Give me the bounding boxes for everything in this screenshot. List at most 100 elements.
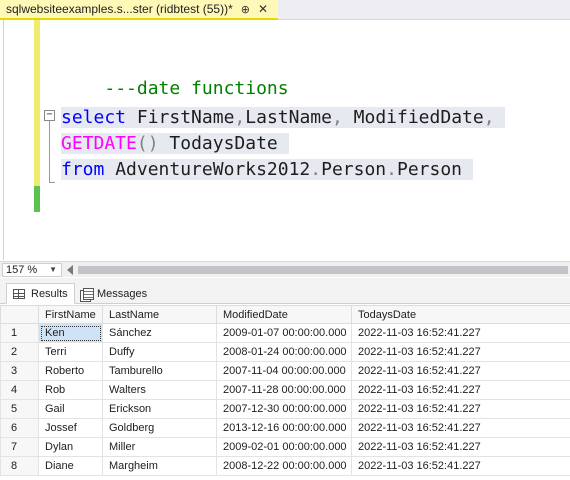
horizontal-scrollbar-thumb[interactable]	[78, 266, 568, 274]
sql-column: LastName	[245, 107, 332, 128]
row-number[interactable]: 3	[0, 361, 39, 381]
pin-icon[interactable]: ⊕	[241, 3, 250, 16]
table-row[interactable]: 1 Ken Sánchez 2009-01-07 00:00:00.000 20…	[0, 323, 570, 343]
tab-messages[interactable]: Messages	[74, 283, 153, 304]
grid-cell-lastname[interactable]: Sánchez	[102, 323, 217, 343]
grid-cell-lastname[interactable]: Walters	[102, 380, 217, 400]
grid-cell-lastname[interactable]: Duffy	[102, 342, 217, 362]
grid-cell-modifieddate[interactable]: 2013-12-16 00:00:00.000	[216, 418, 352, 438]
grid-cell-todaysdate[interactable]: 2022-11-03 16:52:41.227	[351, 361, 570, 381]
close-icon[interactable]: ✕	[258, 2, 268, 16]
column-header-firstname[interactable]: FirstName	[38, 305, 103, 324]
saved-change-bar	[34, 186, 40, 212]
table-row[interactable]: 4 Rob Walters 2007-11-28 00:00:00.000 20…	[0, 380, 570, 400]
grid-cell-todaysdate[interactable]: 2022-11-03 16:52:41.227	[351, 323, 570, 343]
grid-cell-firstname[interactable]: Terri	[38, 342, 103, 362]
sql-column: FirstName	[136, 107, 235, 128]
editor-zoom-bar: 157 % ▼	[0, 261, 570, 277]
column-header-todaysdate[interactable]: TodaysDate	[351, 305, 570, 324]
query-editor[interactable]: − ---date functions select FirstName,Las…	[0, 20, 570, 260]
grid-cell-lastname[interactable]: Margheim	[102, 456, 217, 476]
row-number-header[interactable]	[0, 305, 39, 324]
grid-cell-lastname[interactable]: Tamburello	[102, 361, 217, 381]
grid-cell-firstname[interactable]: Ken	[38, 323, 103, 343]
grid-icon	[13, 288, 25, 299]
table-row[interactable]: 2 Terri Duffy 2008-01-24 00:00:00.000 20…	[0, 342, 570, 362]
sql-table: Person	[397, 159, 463, 180]
sql-parens: ()	[136, 133, 159, 154]
row-number[interactable]: 2	[0, 342, 39, 362]
row-number[interactable]: 4	[0, 380, 39, 400]
code-line-comment: ---date functions	[61, 50, 288, 99]
grid-cell-modifieddate[interactable]: 2007-11-04 00:00:00.000	[216, 361, 352, 381]
row-number[interactable]: 7	[0, 437, 39, 457]
table-row[interactable]: 3 Roberto Tamburello 2007-11-04 00:00:00…	[0, 361, 570, 381]
query-document-tab[interactable]: sqlwebsiteexamples.s...ster (ridbtest (5…	[0, 0, 278, 20]
messages-icon	[80, 287, 94, 302]
grid-cell-modifieddate[interactable]: 2007-12-30 00:00:00.000	[216, 399, 352, 419]
table-row[interactable]: 7 Dylan Miller 2009-02-01 00:00:00.000 2…	[0, 437, 570, 457]
tab-results-label: Results	[31, 287, 68, 300]
grid-cell-todaysdate[interactable]: 2022-11-03 16:52:41.227	[351, 380, 570, 400]
table-row[interactable]: 5 Gail Erickson 2007-12-30 00:00:00.000 …	[0, 399, 570, 419]
grid-cell-todaysdate[interactable]: 2022-11-03 16:52:41.227	[351, 399, 570, 419]
document-tab-strip: sqlwebsiteexamples.s...ster (ridbtest (5…	[0, 0, 570, 20]
sql-function-getdate: GETDATE	[61, 133, 137, 154]
fold-guide-line	[49, 121, 50, 183]
tab-results[interactable]: Results	[6, 283, 75, 304]
code-line-select: select FirstName,LastName, ModifiedDate,	[61, 105, 506, 131]
change-tracking-bar	[34, 20, 40, 212]
row-number[interactable]: 1	[0, 323, 39, 343]
grid-cell-modifieddate[interactable]: 2009-01-07 00:00:00.000	[216, 323, 352, 343]
grid-cell-firstname[interactable]: Roberto	[38, 361, 103, 381]
grid-cell-firstname[interactable]: Jossef	[38, 418, 103, 438]
sql-comma: ,	[483, 107, 495, 128]
grid-cell-firstname[interactable]: Dylan	[38, 437, 103, 457]
grid-cell-modifieddate[interactable]: 2008-01-24 00:00:00.000	[216, 342, 352, 362]
table-row[interactable]: 6 Jossef Goldberg 2013-12-16 00:00:00.00…	[0, 418, 570, 438]
query-tab-title: sqlwebsiteexamples.s...ster (ridbtest (5…	[6, 2, 233, 16]
row-number[interactable]: 8	[0, 456, 39, 476]
sql-comma: ,	[234, 107, 246, 128]
grid-cell-todaysdate[interactable]: 2022-11-03 16:52:41.227	[351, 418, 570, 438]
sql-keyword-from: from	[61, 159, 105, 180]
column-header-modifieddate[interactable]: ModifiedDate	[216, 305, 352, 324]
row-number[interactable]: 6	[0, 418, 39, 438]
grid-cell-modifieddate[interactable]: 2009-02-01 00:00:00.000	[216, 437, 352, 457]
sql-dot: .	[386, 159, 397, 180]
zoom-dropdown[interactable]: 157 % ▼	[2, 263, 62, 277]
grid-cell-lastname[interactable]: Erickson	[102, 399, 217, 419]
collapse-region-icon[interactable]: −	[44, 110, 55, 121]
code-line-from: from AdventureWorks2012.Person.Person	[61, 157, 473, 183]
sql-comma: ,	[331, 107, 343, 128]
row-number[interactable]: 5	[0, 399, 39, 419]
editor-margin-line	[3, 20, 4, 260]
sql-column: ModifiedDate	[353, 107, 484, 128]
grid-cell-firstname[interactable]: Diane	[38, 456, 103, 476]
grid-cell-modifieddate[interactable]: 2008-12-22 00:00:00.000	[216, 456, 352, 476]
grid-cell-lastname[interactable]: Miller	[102, 437, 217, 457]
sql-schema: Person	[321, 159, 387, 180]
results-pane-tabs: Results Messages	[0, 278, 570, 304]
grid-cell-lastname[interactable]: Goldberg	[102, 418, 217, 438]
grid-cell-modifieddate[interactable]: 2007-11-28 00:00:00.000	[216, 380, 352, 400]
chevron-down-icon[interactable]: ▼	[49, 264, 57, 276]
fold-guide-end	[49, 182, 55, 183]
grid-cell-firstname[interactable]: Gail	[38, 399, 103, 419]
scroll-left-icon[interactable]	[67, 265, 73, 275]
grid-header-row: FirstName LastName ModifiedDate TodaysDa…	[0, 305, 570, 324]
table-row[interactable]: 8 Diane Margheim 2008-12-22 00:00:00.000…	[0, 456, 570, 476]
grid-cell-todaysdate[interactable]: 2022-11-03 16:52:41.227	[351, 437, 570, 457]
code-line-getdate: GETDATE() TodaysDate	[61, 131, 289, 157]
tab-messages-label: Messages	[97, 287, 148, 300]
sql-comment: ---date functions	[104, 78, 289, 99]
sql-database: AdventureWorks2012	[115, 159, 311, 180]
sql-keyword-select: select	[61, 107, 127, 128]
zoom-level: 157 %	[6, 264, 38, 276]
sql-dot: .	[310, 159, 322, 180]
grid-cell-todaysdate[interactable]: 2022-11-03 16:52:41.227	[351, 342, 570, 362]
column-header-lastname[interactable]: LastName	[102, 305, 217, 324]
grid-cell-firstname[interactable]: Rob	[38, 380, 103, 400]
grid-cell-todaysdate[interactable]: 2022-11-03 16:52:41.227	[351, 456, 570, 476]
results-grid[interactable]: FirstName LastName ModifiedDate TodaysDa…	[0, 305, 570, 476]
